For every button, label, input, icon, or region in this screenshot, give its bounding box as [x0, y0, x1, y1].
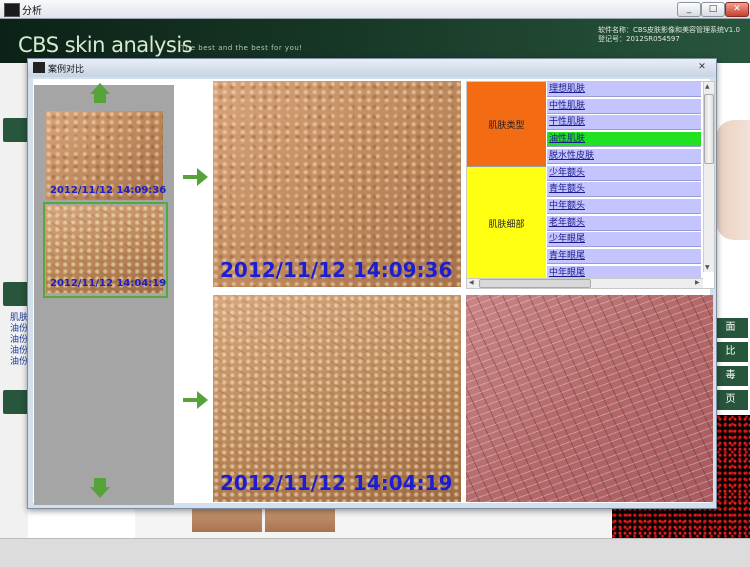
thumbnail-timestamp: 2012/11/12 14:09:36: [50, 185, 167, 196]
minimize-button[interactable]: _: [677, 2, 701, 17]
classification-row[interactable]: 青年额头: [547, 182, 701, 198]
classification-row[interactable]: 干性肌肤: [547, 115, 701, 131]
thumbnail-timestamp: 2012/11/12 14:04:19: [50, 278, 167, 289]
classification-row[interactable]: 青年眼尾: [547, 249, 701, 264]
face-image: [716, 120, 750, 240]
scroll-down-arrow-icon[interactable]: [94, 478, 106, 487]
maximize-button[interactable]: □: [701, 2, 725, 17]
classification-row[interactable]: 油性肌肤: [547, 132, 701, 148]
background-list-item: 油份: [10, 335, 29, 345]
vertical-scrollbar-thumb[interactable]: [704, 94, 714, 164]
registration-number: 登记号：2012SR054597: [598, 35, 680, 43]
scroll-left-icon[interactable]: ◀: [469, 279, 474, 286]
dialog-icon: [33, 62, 45, 73]
background-right-button[interactable]: 毒: [713, 366, 748, 386]
background-thumbnail[interactable]: [192, 508, 262, 532]
image-timestamp: 2012/11/12 14:09:36: [220, 258, 453, 282]
group-skin-detail: 肌肤细部: [467, 167, 546, 279]
brand-slogan: The best and the best for you!: [181, 44, 303, 52]
background-right-button[interactable]: 面: [713, 318, 748, 338]
arrow-right-icon[interactable]: [197, 168, 208, 186]
close-button[interactable]: ✕: [725, 2, 749, 17]
background-list-item: 油份: [10, 357, 29, 367]
scroll-up-arrow-icon[interactable]: [94, 94, 106, 103]
app-title: 分析: [22, 6, 42, 17]
dialog-title: 案例对比: [48, 65, 85, 75]
scroll-down-arrow-icon[interactable]: [90, 487, 110, 498]
comparison-image-top: [213, 81, 461, 287]
background-side-list: 肌肤 油份 油份 油份 油份: [10, 313, 28, 368]
arrow-right-icon[interactable]: [197, 391, 208, 409]
skin-classification-table: 肌肤类型 肌肤细部 理想肌肤 中性肌肤 干性肌肤 油性肌肤 脱水性皮肤 少年额头 青年额头中…: [466, 81, 715, 289]
background-green-button[interactable]: [3, 118, 29, 142]
image-timestamp: 2012/11/12 14:04:19: [220, 471, 453, 495]
classification-row[interactable]: 理想肌肤: [547, 82, 701, 97]
background-list-item: 油份: [10, 324, 29, 334]
app-titlebar: [0, 0, 750, 19]
background-green-button[interactable]: [3, 390, 29, 414]
scroll-down-icon[interactable]: ▼: [705, 264, 710, 271]
classification-row[interactable]: 中年额头: [547, 198, 701, 214]
background-thumbnail[interactable]: [265, 508, 335, 532]
scroll-right-icon[interactable]: ▶: [695, 279, 700, 286]
background-right-button[interactable]: 比: [713, 342, 748, 362]
classification-row[interactable]: 脱水性皮肤: [547, 148, 701, 164]
group-skin-type: 肌肤类型: [467, 82, 546, 167]
dialog-close-icon[interactable]: ✕: [694, 61, 710, 74]
scroll-up-icon[interactable]: ▲: [705, 83, 710, 90]
taskbar: [0, 538, 750, 567]
scroll-up-arrow-icon[interactable]: [90, 83, 110, 94]
brand-logo: CBS skin analysis: [18, 33, 193, 57]
classification-row[interactable]: 少年眼尾: [547, 232, 701, 248]
background-list-item: 油份: [10, 346, 29, 356]
background-green-button[interactable]: [3, 282, 29, 306]
horizontal-scrollbar-thumb[interactable]: [479, 279, 591, 288]
app-icon: [4, 3, 20, 17]
case-comparison-dialog: 案例对比 ✕ 2012/11/12 14:09:36 2012/11/12 14…: [27, 58, 717, 509]
classification-row[interactable]: 少年额头: [547, 165, 701, 181]
background-right-button[interactable]: 页: [713, 390, 748, 410]
background-list-item: 肌肤: [10, 313, 29, 323]
classification-row[interactable]: 中性肌肤: [547, 98, 701, 114]
reference-image: [466, 295, 713, 502]
classification-row[interactable]: 老年额头: [547, 215, 701, 231]
dialog-titlebar: [28, 59, 716, 77]
